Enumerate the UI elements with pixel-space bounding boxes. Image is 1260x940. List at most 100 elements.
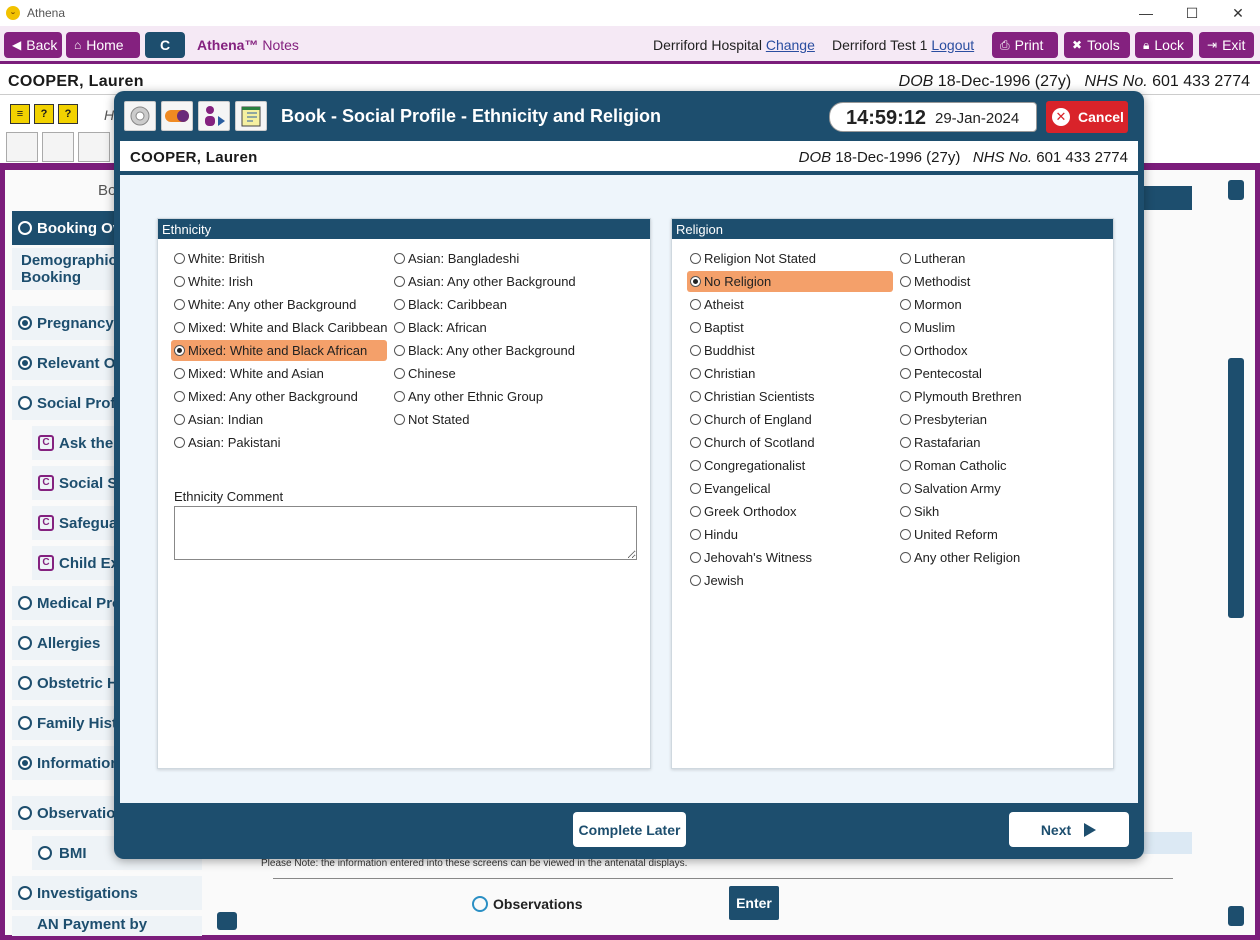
scrollbar-thumb[interactable]: [1228, 358, 1244, 618]
religion-option[interactable]: Methodist: [897, 271, 970, 292]
radio-icon[interactable]: [690, 414, 701, 425]
ethnicity-option[interactable]: Mixed: White and Black African: [171, 340, 387, 361]
radio-icon[interactable]: [900, 276, 911, 287]
religion-option[interactable]: Orthodox: [897, 340, 967, 361]
ethnicity-option[interactable]: Mixed: White and Black Caribbean: [171, 317, 387, 338]
flower-icon[interactable]: [6, 132, 38, 162]
c-button[interactable]: C: [145, 32, 185, 58]
radio-icon[interactable]: [394, 345, 405, 356]
print-button[interactable]: ⎙ Print: [992, 32, 1058, 58]
person-arrow-icon[interactable]: [198, 101, 230, 131]
radio-icon[interactable]: [900, 414, 911, 425]
complete-later-button[interactable]: Complete Later: [573, 812, 686, 847]
radio-icon[interactable]: [174, 368, 185, 379]
religion-option[interactable]: Church of England: [687, 409, 812, 430]
radio-icon[interactable]: [690, 529, 701, 540]
minimize-button[interactable]: —: [1124, 2, 1168, 24]
sidebar-scroll-down-button[interactable]: [217, 912, 237, 930]
radio-icon[interactable]: [394, 391, 405, 402]
close-window-button[interactable]: ✕: [1216, 2, 1260, 24]
radio-icon[interactable]: [900, 299, 911, 310]
ethnicity-comment-field[interactable]: [174, 506, 637, 560]
list-icon[interactable]: ≡: [10, 104, 30, 124]
religion-option[interactable]: Jewish: [687, 570, 744, 591]
radio-icon[interactable]: [174, 391, 185, 402]
radio-icon[interactable]: [900, 253, 911, 264]
flower-icon[interactable]: [124, 101, 156, 131]
ethnicity-option[interactable]: Black: African: [391, 317, 487, 338]
religion-option[interactable]: Church of Scotland: [687, 432, 815, 453]
ethnicity-option[interactable]: Asian: Bangladeshi: [391, 248, 519, 269]
maximize-button[interactable]: ☐: [1170, 2, 1214, 24]
religion-option[interactable]: Evangelical: [687, 478, 771, 499]
radio-icon[interactable]: [900, 368, 911, 379]
sidebar-item[interactable]: AN Payment by: [12, 916, 202, 936]
notepad-icon[interactable]: [235, 101, 267, 131]
religion-option[interactable]: Atheist: [687, 294, 744, 315]
ethnicity-option[interactable]: White: Any other Background: [171, 294, 356, 315]
radio-icon[interactable]: [690, 552, 701, 563]
religion-option[interactable]: Roman Catholic: [897, 455, 1007, 476]
ethnicity-option[interactable]: Not Stated: [391, 409, 469, 430]
change-hospital-link[interactable]: Change: [766, 37, 815, 53]
ethnicity-option[interactable]: Mixed: Any other Background: [171, 386, 358, 407]
ethnicity-option[interactable]: Any other Ethnic Group: [391, 386, 543, 407]
radio-icon[interactable]: [690, 299, 701, 310]
radio-icon[interactable]: [174, 322, 185, 333]
enter-button[interactable]: Enter: [729, 886, 779, 920]
religion-option[interactable]: Sikh: [897, 501, 939, 522]
religion-option[interactable]: Christian Scientists: [687, 386, 815, 407]
radio-icon[interactable]: [690, 460, 701, 471]
ethnicity-option[interactable]: Chinese: [391, 363, 456, 384]
radio-checked-icon[interactable]: [690, 276, 701, 287]
help-icon[interactable]: ?: [58, 104, 78, 124]
religion-option[interactable]: Mormon: [897, 294, 962, 315]
religion-option[interactable]: Any other Religion: [897, 547, 1020, 568]
religion-option[interactable]: Hindu: [687, 524, 738, 545]
scroll-up-button[interactable]: [1228, 180, 1244, 200]
radio-icon[interactable]: [690, 391, 701, 402]
cancel-button[interactable]: ✕ Cancel: [1046, 101, 1128, 133]
religion-option[interactable]: Presbyterian: [897, 409, 987, 430]
ethnicity-option[interactable]: Mixed: White and Asian: [171, 363, 324, 384]
radio-icon[interactable]: [174, 414, 185, 425]
radio-icon[interactable]: [900, 506, 911, 517]
radio-icon[interactable]: [690, 345, 701, 356]
radio-icon[interactable]: [690, 437, 701, 448]
religion-option[interactable]: No Religion: [687, 271, 893, 292]
radio-icon[interactable]: [690, 322, 701, 333]
exit-button[interactable]: ⇥ Exit: [1199, 32, 1254, 58]
radio-icon[interactable]: [394, 276, 405, 287]
medication-icon[interactable]: [42, 132, 74, 162]
ethnicity-option[interactable]: Black: Any other Background: [391, 340, 575, 361]
radio-icon[interactable]: [690, 253, 701, 264]
radio-icon[interactable]: [690, 575, 701, 586]
radio-icon[interactable]: [900, 483, 911, 494]
religion-option[interactable]: Lutheran: [897, 248, 965, 269]
radio-icon[interactable]: [394, 253, 405, 264]
radio-icon[interactable]: [900, 460, 911, 471]
religion-option[interactable]: Christian: [687, 363, 755, 384]
religion-option[interactable]: Jehovah's Witness: [687, 547, 812, 568]
radio-icon[interactable]: [394, 299, 405, 310]
observations-radio[interactable]: [472, 896, 488, 912]
ethnicity-option[interactable]: Asian: Any other Background: [391, 271, 576, 292]
radio-icon[interactable]: [394, 322, 405, 333]
ethnicity-option[interactable]: Asian: Pakistani: [171, 432, 281, 453]
radio-icon[interactable]: [900, 529, 911, 540]
person-icon[interactable]: [78, 132, 110, 162]
scroll-down-button[interactable]: [1228, 906, 1244, 926]
back-button[interactable]: ◀ Back: [4, 32, 62, 58]
radio-icon[interactable]: [174, 437, 185, 448]
sidebar-item[interactable]: Investigations: [12, 876, 202, 910]
tools-button[interactable]: ✖ Tools: [1064, 32, 1130, 58]
radio-icon[interactable]: [900, 437, 911, 448]
radio-icon[interactable]: [690, 506, 701, 517]
religion-option[interactable]: United Reform: [897, 524, 998, 545]
radio-icon[interactable]: [690, 368, 701, 379]
religion-option[interactable]: Greek Orthodox: [687, 501, 797, 522]
religion-option[interactable]: Salvation Army: [897, 478, 1001, 499]
religion-option[interactable]: Muslim: [897, 317, 955, 338]
ethnicity-option[interactable]: Black: Caribbean: [391, 294, 507, 315]
religion-option[interactable]: Plymouth Brethren: [897, 386, 1022, 407]
